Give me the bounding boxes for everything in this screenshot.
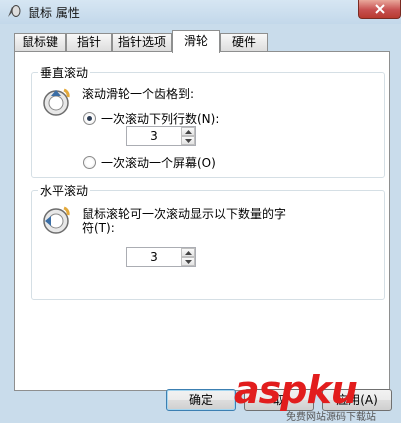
arrow-up-icon [184, 129, 192, 134]
lines-stepper [126, 126, 196, 146]
window-title: 鼠标 属性 [28, 6, 80, 20]
tab-panel-wheel: 垂直滚动 滚动滑轮一个齿格到: 一次滚动下列行数(N): 一次滚动一个屏幕(O)… [14, 51, 390, 391]
arrow-up-icon [184, 250, 192, 255]
scroll-wheel-icon [43, 88, 70, 116]
lines-radio[interactable] [83, 112, 96, 125]
tab-buttons[interactable]: 鼠标键 [14, 33, 66, 52]
horizontal-scroll-prompt-line2: 符(T): [82, 221, 115, 235]
lines-input[interactable] [127, 127, 181, 145]
chars-down-button[interactable] [181, 257, 195, 266]
ok-button[interactable]: 确定 [166, 389, 236, 411]
tab-pointer-options[interactable]: 指针选项 [112, 33, 172, 52]
tab-hardware[interactable]: 硬件 [220, 33, 268, 52]
vertical-scroll-group: 垂直滚动 滚动滑轮一个齿格到: 一次滚动下列行数(N): 一次滚动一个屏幕(O) [31, 64, 385, 178]
tab-pointers[interactable]: 指针 [66, 33, 112, 52]
arrow-down-icon [184, 259, 192, 264]
tab-wheel[interactable]: 滑轮 [172, 30, 220, 53]
lines-down-button[interactable] [181, 136, 195, 145]
horizontal-wheel-icon [43, 206, 70, 234]
close-button[interactable] [358, 0, 401, 19]
watermark-logo: aspku [234, 368, 358, 412]
vertical-scroll-prompt: 滚动滑轮一个齿格到: [82, 87, 195, 101]
chars-input[interactable] [127, 248, 181, 266]
lines-up-button[interactable] [181, 127, 195, 136]
screen-radio-label[interactable]: 一次滚动一个屏幕(O) [101, 154, 216, 171]
vertical-scroll-title: 垂直滚动 [38, 64, 91, 81]
mouse-icon [8, 5, 21, 17]
watermark-subtitle: 免费网站源码下载站 [286, 412, 376, 423]
close-icon [374, 4, 385, 14]
lines-radio-label[interactable]: 一次滚动下列行数(N): [101, 110, 219, 127]
horizontal-scroll-title: 水平滚动 [38, 182, 91, 199]
title-bar: 鼠标 属性 [0, 0, 401, 24]
screen-radio[interactable] [83, 156, 96, 169]
horizontal-scroll-group: 水平滚动 鼠标滚轮可一次滚动显示以下数量的字 符(T): [31, 182, 385, 300]
chars-stepper [126, 247, 196, 267]
arrow-down-icon [184, 138, 192, 143]
chars-up-button[interactable] [181, 248, 195, 257]
